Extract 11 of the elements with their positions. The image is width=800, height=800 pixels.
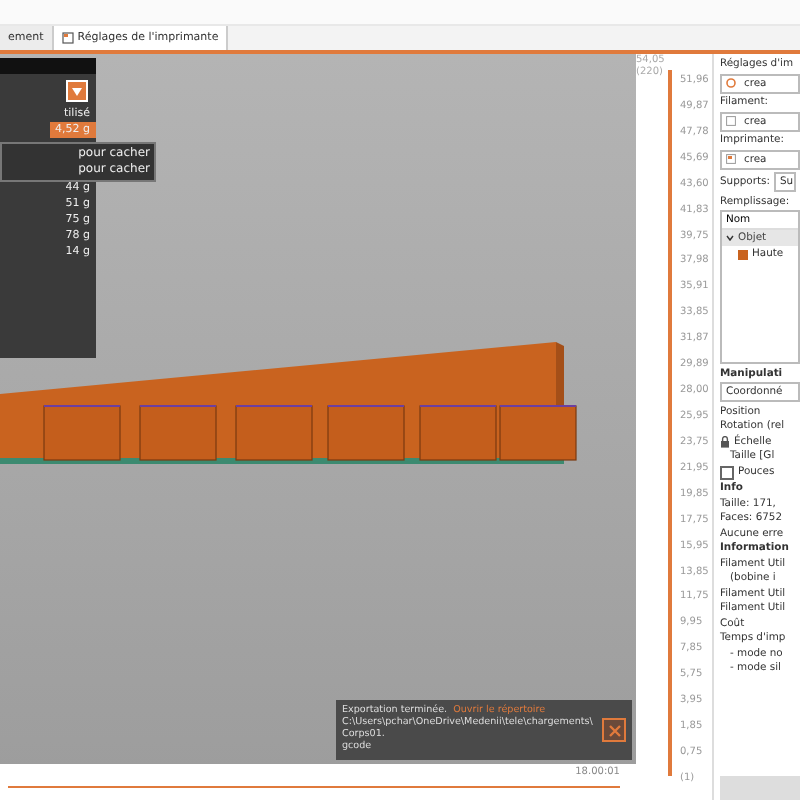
color-swatch-icon [726, 116, 736, 126]
checkbox[interactable] [720, 465, 734, 479]
caret-icon [72, 87, 82, 95]
legend-title-bar [0, 58, 96, 74]
dropdown-button[interactable] [66, 80, 88, 102]
printer-icon [61, 32, 74, 44]
lock-icon [720, 435, 730, 447]
part-icon [738, 249, 748, 259]
close-button[interactable] [602, 718, 626, 742]
printer-icon [726, 154, 736, 164]
close-icon [607, 723, 621, 737]
